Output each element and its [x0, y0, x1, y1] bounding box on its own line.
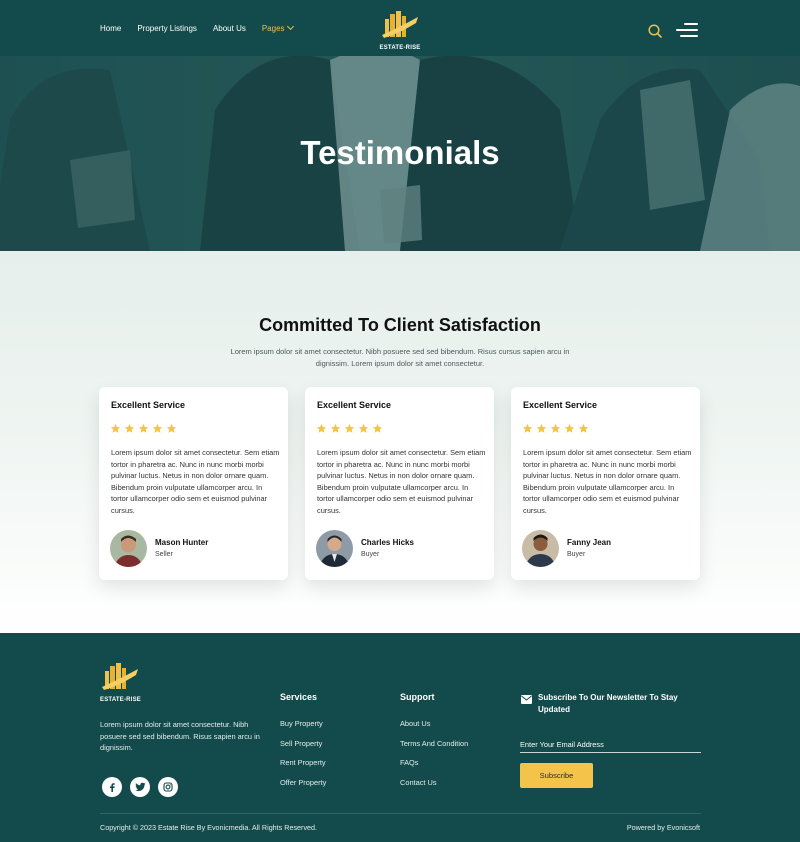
footer-link-contact-us[interactable]: Contact Us [400, 778, 468, 798]
testimonial-card: Excellent Service Lorem ipsum dolor sit … [305, 387, 494, 580]
testimonial-title: Excellent Service [111, 400, 186, 410]
building-logo-icon [102, 663, 138, 690]
section-subtitle: Lorem ipsum dolor sit amet consectetur. … [230, 347, 570, 368]
reviewer-role: Seller [155, 551, 173, 558]
top-navigation-bar: Home Property Listings About Us Pages ES… [0, 0, 800, 56]
star-rating [316, 423, 383, 434]
star-icon [166, 423, 177, 433]
page-title: Testimonials [300, 134, 500, 171]
testimonial-text: Lorem ipsum dolor sit amet consectetur. … [523, 448, 692, 515]
avatar [110, 530, 147, 567]
star-icon [152, 423, 163, 433]
reviewer-name: Charles Hicks [361, 538, 414, 547]
facebook-icon [110, 783, 115, 792]
footer-link-offer-property[interactable]: Offer Property [280, 778, 326, 798]
menu-icon[interactable] [676, 23, 698, 37]
nav-home[interactable]: Home [100, 24, 121, 33]
star-icon [124, 423, 135, 433]
star-icon [550, 423, 561, 433]
footer-logo-text: ESTATE-RISE [100, 697, 141, 703]
site-logo[interactable]: ESTATE-RISE [378, 11, 422, 51]
star-icon [358, 423, 369, 433]
testimonial-text: Lorem ipsum dolor sit amet consectetur. … [317, 448, 486, 515]
reviewer-role: Buyer [361, 551, 380, 558]
star-icon [316, 423, 327, 433]
instagram-icon [163, 782, 173, 792]
star-icon [372, 423, 383, 433]
testimonial-text: Lorem ipsum dolor sit amet consectetur. … [111, 448, 280, 515]
support-links: About Us Terms And Condition FAQs Contac… [400, 719, 468, 797]
instagram-button[interactable] [158, 777, 178, 797]
testimonial-card: Excellent Service Lorem ipsum dolor sit … [511, 387, 700, 580]
building-logo-icon [382, 11, 418, 38]
subscribe-button[interactable]: Subscribe [520, 763, 593, 788]
email-field[interactable] [520, 737, 701, 753]
testimonial-title: Excellent Service [317, 400, 392, 410]
main-nav: Home Property Listings About Us Pages [100, 0, 294, 56]
star-icon [522, 423, 533, 433]
services-heading: Services [280, 692, 318, 702]
footer-link-sell-property[interactable]: Sell Property [280, 739, 326, 759]
avatar [522, 530, 559, 567]
star-icon [536, 423, 547, 433]
powered-by-text: Powered by Evonicsoft [626, 823, 700, 832]
testimonials-section: Committed To Client Satisfaction Lorem i… [0, 251, 800, 633]
footer-logo[interactable]: ESTATE-RISE [100, 663, 141, 703]
support-heading: Support [400, 692, 435, 702]
star-icon [344, 423, 355, 433]
nav-about-us[interactable]: About Us [213, 24, 246, 33]
nav-pages[interactable]: Pages [261, 22, 294, 33]
star-icon [330, 423, 341, 433]
reviewer-name: Fanny Jean [567, 538, 612, 547]
star-rating [522, 423, 589, 434]
star-icon [138, 423, 149, 433]
footer-divider [100, 813, 701, 814]
twitter-icon [134, 782, 145, 791]
footer-link-rent-property[interactable]: Rent Property [280, 758, 326, 778]
newsletter-heading: Subscribe To Our Newsletter To Stay Upda… [538, 693, 678, 714]
star-icon [564, 423, 575, 433]
mail-icon [521, 695, 532, 704]
copyright-text: Copyright © 2023 Estate Rise By Evonicme… [100, 823, 318, 832]
footer-link-about-us[interactable]: About Us [400, 719, 468, 739]
testimonial-title: Excellent Service [523, 400, 598, 410]
search-icon[interactable] [648, 24, 662, 38]
reviewer-name: Mason Hunter [155, 538, 209, 547]
reviewer-role: Buyer [567, 551, 586, 558]
nav-property-listings[interactable]: Property Listings [137, 24, 197, 33]
testimonial-card: Excellent Service Lorem ipsum dolor sit … [99, 387, 288, 580]
footer-link-faqs[interactable]: FAQs [400, 758, 468, 778]
footer-link-terms[interactable]: Terms And Condition [400, 739, 468, 759]
footer-link-buy-property[interactable]: Buy Property [280, 719, 326, 739]
nav-pages-label: Pages [261, 23, 285, 33]
facebook-button[interactable] [102, 777, 122, 797]
chevron-down-icon [286, 22, 294, 30]
star-rating [110, 423, 177, 434]
star-icon [578, 423, 589, 433]
star-icon [110, 423, 121, 433]
twitter-button[interactable] [130, 777, 150, 797]
logo-text: ESTATE-RISE [379, 45, 421, 51]
avatar [316, 530, 353, 567]
section-title: Committed To Client Satisfaction [259, 315, 541, 335]
footer-description: Lorem ipsum dolor sit amet consectetur. … [100, 720, 260, 753]
social-links [102, 777, 178, 797]
services-links: Buy Property Sell Property Rent Property… [280, 719, 326, 797]
site-footer: ESTATE-RISE Lorem ipsum dolor sit amet c… [0, 633, 800, 842]
